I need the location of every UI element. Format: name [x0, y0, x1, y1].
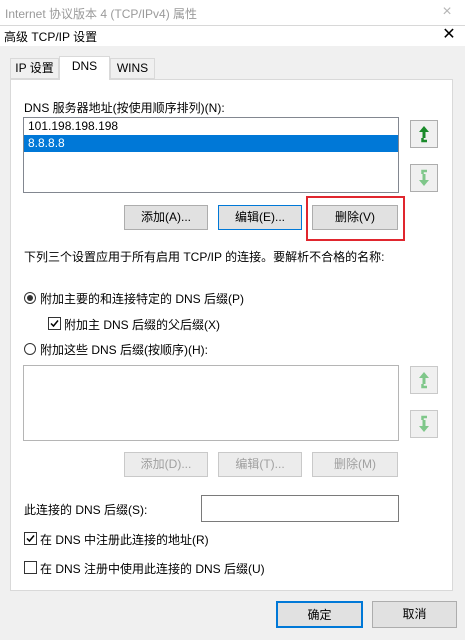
- settings-note: 下列三个设置应用于所有启用 TCP/IP 的连接。要解析不合格的名称:: [24, 250, 385, 264]
- tab-wins[interactable]: WINS: [110, 58, 155, 79]
- connection-suffix-input[interactable]: [201, 495, 399, 522]
- dns-server-list[interactable]: 101.198.198.198 8.8.8.8: [23, 117, 399, 193]
- move-down-button[interactable]: [410, 164, 438, 192]
- arrow-down-icon: [419, 169, 429, 186]
- highlight-box: [306, 196, 405, 241]
- register-address-label[interactable]: 在 DNS 中注册此连接的地址(R): [40, 531, 209, 548]
- append-parent-label[interactable]: 附加主 DNS 后缀的父后缀(X): [64, 316, 220, 333]
- append-primary-label[interactable]: 附加主要的和连接特定的 DNS 后缀(P): [40, 290, 244, 307]
- tab-dns[interactable]: DNS: [59, 56, 110, 80]
- tab-ip-settings[interactable]: IP 设置: [10, 58, 59, 79]
- connection-suffix-label: 此连接的 DNS 后缀(S):: [24, 503, 148, 517]
- arrow-up-icon: [419, 372, 429, 389]
- suffix-move-up-button[interactable]: [410, 366, 438, 394]
- use-suffix-label[interactable]: 在 DNS 注册中使用此连接的 DNS 后缀(U): [40, 560, 265, 577]
- ok-button[interactable]: 确定: [276, 601, 363, 628]
- background-close-icon[interactable]: ×: [437, 2, 457, 22]
- use-suffix-checkbox[interactable]: [24, 561, 37, 574]
- suffix-list[interactable]: [23, 365, 399, 441]
- suffix-move-down-button[interactable]: [410, 410, 438, 438]
- append-parent-checkbox[interactable]: [48, 317, 61, 330]
- edit-server-button[interactable]: 编辑(E)...: [218, 205, 302, 230]
- register-address-checkbox[interactable]: [24, 532, 37, 545]
- edit-suffix-button[interactable]: 编辑(T)...: [218, 452, 302, 477]
- dialog-title: 高级 TCP/IP 设置: [4, 30, 98, 44]
- dns-servers-label: DNS 服务器地址(按使用顺序排列)(N):: [24, 101, 225, 115]
- checkmark-icon: [26, 535, 35, 543]
- add-suffix-button[interactable]: 添加(D)...: [124, 452, 208, 477]
- list-item[interactable]: 101.198.198.198: [24, 118, 398, 135]
- add-server-button[interactable]: 添加(A)...: [124, 205, 208, 230]
- remove-suffix-button[interactable]: 删除(M): [312, 452, 398, 477]
- move-up-button[interactable]: [410, 120, 438, 148]
- append-these-label[interactable]: 附加这些 DNS 后缀(按顺序)(H):: [40, 341, 208, 358]
- list-item-selected[interactable]: 8.8.8.8: [24, 135, 398, 152]
- append-primary-radio[interactable]: [24, 292, 36, 304]
- background-window-title: Internet 协议版本 4 (TCP/IPv4) 属性: [5, 7, 198, 21]
- cancel-button[interactable]: 取消: [372, 601, 457, 628]
- arrow-down-icon: [419, 415, 429, 432]
- append-these-radio[interactable]: [24, 343, 36, 355]
- close-icon[interactable]: ✕: [437, 25, 461, 45]
- checkmark-icon: [50, 320, 59, 328]
- arrow-up-icon: [419, 126, 429, 143]
